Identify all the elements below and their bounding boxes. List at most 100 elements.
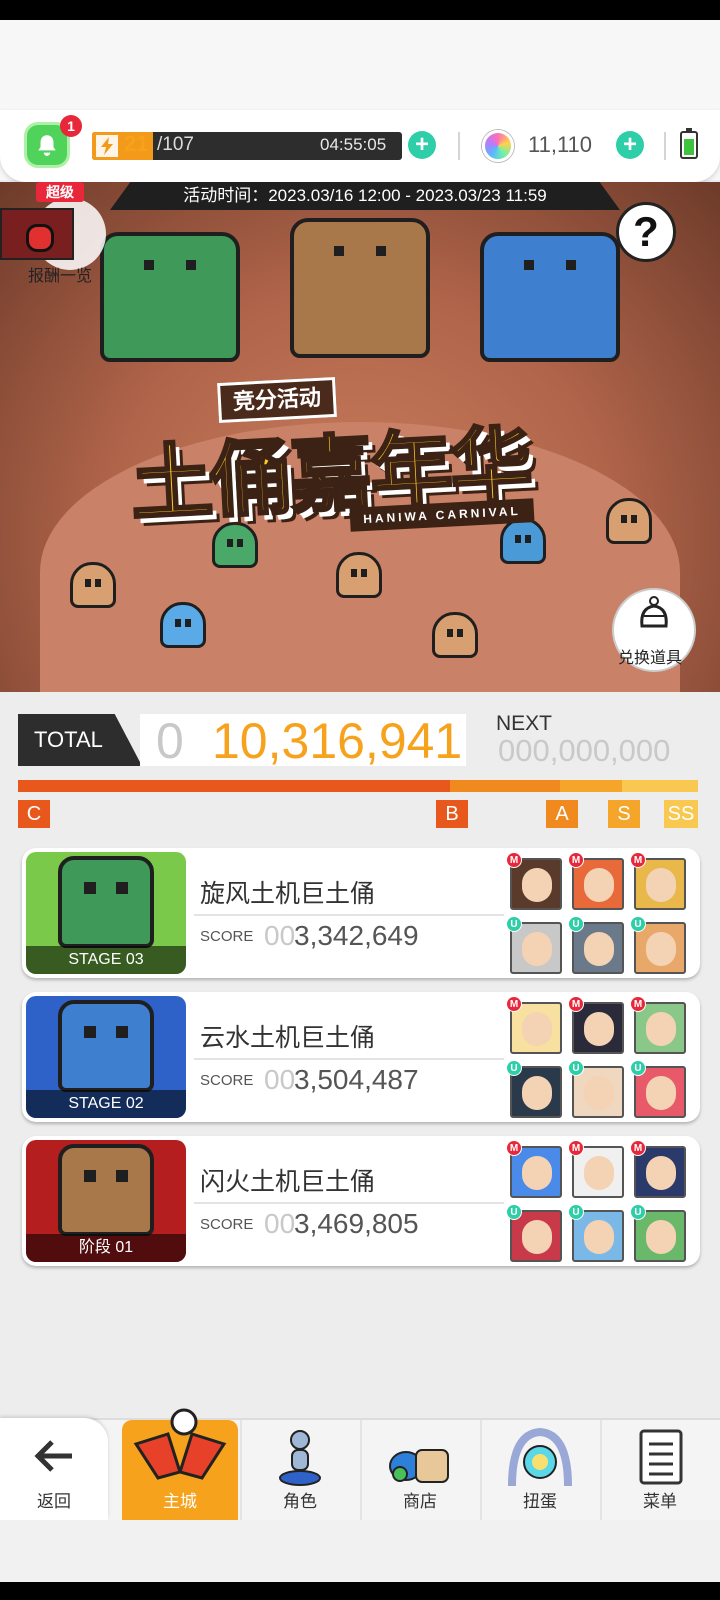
water-golem-figure — [480, 232, 620, 362]
reward-boss-icon — [0, 208, 74, 260]
notification-badge: 1 — [60, 115, 82, 137]
add-stamina-button[interactable]: + — [408, 131, 436, 159]
rank-c: C — [18, 800, 50, 828]
rank-ss: SS — [664, 800, 698, 828]
back-button[interactable]: 返回 — [0, 1418, 108, 1520]
mini-haniwa — [432, 612, 478, 658]
nav-gacha[interactable]: 扭蛋 — [482, 1420, 598, 1520]
boss-name: 旋风土机巨土俑 — [200, 880, 376, 908]
role-badge: M — [568, 852, 584, 868]
battery-icon — [680, 128, 698, 159]
nav-footer-strip — [0, 1520, 720, 1582]
plus-icon: + — [622, 131, 637, 158]
nav-characters[interactable]: 角色 — [242, 1420, 358, 1520]
shop-label: 商店 — [403, 1492, 437, 1511]
divider — [240, 1420, 242, 1520]
stage-label: 阶段 01 — [26, 1234, 186, 1262]
total-label: TOTAL — [18, 714, 142, 766]
lightning-icon — [96, 135, 118, 157]
gem-count: 11,110 — [528, 132, 593, 157]
menu-list-icon — [639, 1429, 683, 1485]
boss-name: 云水土机巨土俑 — [200, 1024, 376, 1052]
bag-icon — [640, 596, 668, 628]
gem-icon — [482, 130, 514, 162]
role-badge: U — [630, 916, 646, 932]
stamina-timer: 04:55:05 — [320, 135, 387, 154]
rank-b: B — [436, 800, 468, 828]
role-badge: U — [568, 1204, 584, 1220]
role-badge: M — [506, 852, 522, 868]
divider — [194, 1202, 504, 1204]
super-tag: 超级 — [36, 182, 84, 202]
nav-home[interactable]: 主城 — [122, 1408, 238, 1520]
role-badge: U — [506, 916, 522, 932]
divider — [664, 132, 666, 160]
stage-score: 3,342,649 — [294, 920, 419, 951]
mini-haniwa — [606, 498, 652, 544]
rank-a: A — [546, 800, 578, 828]
mini-haniwa — [70, 562, 116, 608]
score-leading-zeros: 00 — [264, 920, 296, 951]
score-label: SCORE — [200, 928, 254, 945]
characters-label: 角色 — [283, 1492, 317, 1511]
stage-label: STAGE 03 — [26, 946, 186, 974]
plus-icon: + — [414, 131, 429, 158]
stage-label: STAGE 02 — [26, 1090, 186, 1118]
bell-icon — [38, 135, 56, 156]
next-rank-score: 000,000,000 — [498, 733, 671, 768]
system-status-bar — [0, 0, 720, 20]
stamina-max: /107 — [157, 134, 194, 155]
role-badge: M — [630, 852, 646, 868]
add-gems-button[interactable]: + — [616, 131, 644, 159]
exchange-items-label: 兑换道具 — [618, 650, 683, 667]
total-score: 10,316,941 — [212, 713, 463, 769]
home-castle-icon — [133, 1408, 227, 1480]
mini-haniwa — [160, 602, 206, 648]
system-nav-bar — [0, 1582, 720, 1600]
role-badge: U — [506, 1204, 522, 1220]
score-label: SCORE — [200, 1072, 254, 1089]
event-period: 活动时间：2023.03/16 12:00 - 2023.03/23 11:59 — [110, 182, 620, 210]
divider — [458, 132, 460, 160]
boss-portrait: STAGE 02 — [26, 996, 186, 1118]
wind-golem-figure — [100, 232, 240, 362]
boss-portrait: STAGE 03 — [26, 852, 186, 974]
boss-name: 闪火土机巨土俑 — [200, 1168, 376, 1196]
back-label: 返回 — [37, 1492, 71, 1511]
mini-haniwa — [336, 552, 382, 598]
nav-menu[interactable]: 菜单 — [602, 1420, 718, 1520]
nav-shop[interactable]: 商店 — [362, 1420, 478, 1520]
back-arrow-icon — [34, 1440, 72, 1472]
role-badge: U — [568, 916, 584, 932]
stage-score: 3,504,487 — [294, 1064, 419, 1095]
score-label: SCORE — [200, 1216, 254, 1233]
role-badge: M — [506, 996, 522, 1012]
rank-progress-bar — [18, 780, 698, 792]
stage-score: 3,469,805 — [294, 1208, 419, 1239]
role-badge: U — [506, 1060, 522, 1076]
gacha-label: 扭蛋 — [523, 1492, 557, 1511]
shop-bag-icon — [389, 1449, 449, 1483]
divider — [194, 1058, 504, 1060]
role-badge: U — [630, 1204, 646, 1220]
role-badge: U — [630, 1060, 646, 1076]
score-leading-zeros: 00 — [264, 1064, 296, 1095]
divider — [194, 914, 504, 916]
fire-golem-figure — [290, 218, 430, 358]
stamina-current: 21 — [124, 131, 149, 156]
gacha-orb-icon — [508, 1427, 572, 1487]
rank-s: S — [608, 800, 640, 828]
role-badge: U — [568, 1060, 584, 1076]
total-score-leading-zero: 0 — [156, 713, 184, 769]
score-leading-zeros: 00 — [264, 1208, 296, 1239]
role-badge: M — [630, 1140, 646, 1156]
mini-haniwa — [500, 518, 546, 564]
help-button[interactable]: ? — [616, 202, 676, 262]
role-badge: M — [568, 996, 584, 1012]
menu-label: 菜单 — [643, 1492, 677, 1511]
role-badge: M — [630, 996, 646, 1012]
character-figure-icon — [279, 1430, 321, 1486]
reward-list-label: 报酬一览 — [28, 268, 93, 285]
home-label: 主城 — [163, 1492, 197, 1511]
boss-portrait: 阶段 01 — [26, 1140, 186, 1262]
